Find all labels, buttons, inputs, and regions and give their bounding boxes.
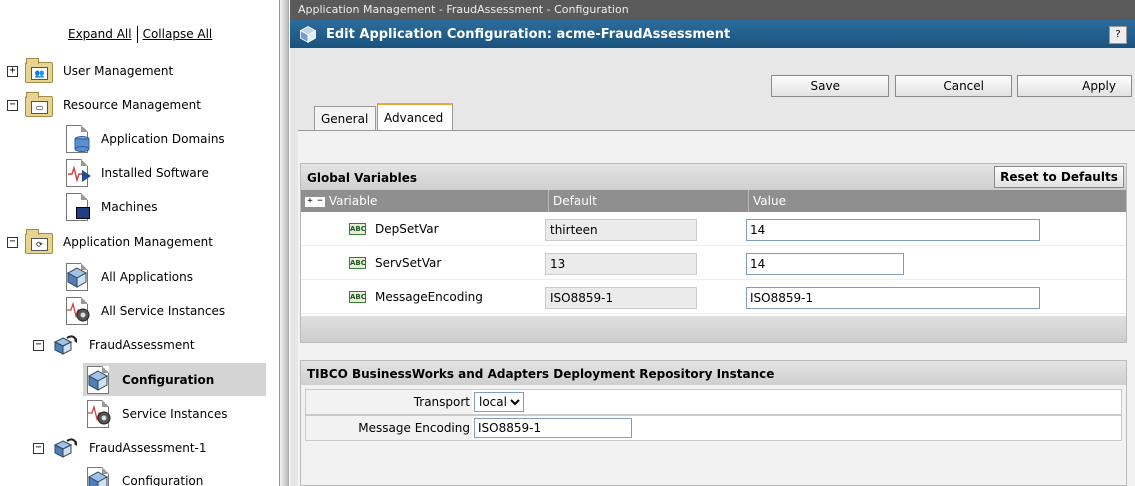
variable-default: thirteen bbox=[545, 219, 697, 241]
tree-node-label: Machines bbox=[101, 200, 158, 214]
variable-value-input[interactable] bbox=[746, 253, 904, 275]
global-variables-footer bbox=[301, 316, 1126, 342]
apply-button[interactable]: Apply bbox=[1017, 75, 1132, 97]
tree-node-application-management[interactable]: − ⟳ Application Management bbox=[7, 227, 216, 257]
collapse-all-link[interactable]: Collapse All bbox=[143, 27, 213, 41]
tree-node-label: All Applications bbox=[101, 270, 193, 284]
expand-toggle-icon[interactable]: + bbox=[7, 65, 18, 77]
tree-node-label: Configuration bbox=[122, 372, 215, 387]
transport-row: Transport local bbox=[305, 389, 1122, 415]
software-icon bbox=[62, 158, 92, 188]
tree-node-resource-management[interactable]: − ▭ Resource Management bbox=[7, 90, 204, 120]
service-gear-icon bbox=[62, 296, 92, 326]
collapse-toggle-icon[interactable]: − bbox=[33, 442, 44, 454]
variable-value-input[interactable] bbox=[746, 219, 1040, 241]
breadcrumb: Application Management - FraudAssessment… bbox=[290, 0, 1135, 20]
message-encoding-input[interactable] bbox=[474, 418, 632, 438]
collapse-toggle-icon[interactable]: − bbox=[7, 236, 18, 248]
page-title-bar: Edit Application Configuration: acme-Fra… bbox=[290, 20, 1135, 48]
column-label: Variable bbox=[328, 194, 378, 208]
message-encoding-label: Message Encoding bbox=[306, 416, 472, 440]
application-folder-icon: ⟳ bbox=[24, 227, 54, 257]
string-type-icon: ABC bbox=[349, 257, 366, 269]
tree-node-fraudassessment-1[interactable]: − FraudAssessment-1 bbox=[33, 433, 210, 463]
tree-node-installed-software[interactable]: Installed Software bbox=[62, 158, 212, 188]
column-default[interactable]: Default bbox=[549, 190, 749, 212]
message-encoding-row: Message Encoding bbox=[305, 415, 1122, 441]
variable-name: DepSetVar bbox=[375, 222, 439, 236]
transport-select[interactable]: local bbox=[474, 392, 524, 412]
section-title: Global Variables bbox=[307, 171, 418, 185]
content-area: Save Cancel Apply General Advanced Globa… bbox=[290, 48, 1135, 486]
string-type-icon: ABC bbox=[349, 223, 366, 235]
tree-node-all-applications[interactable]: All Applications bbox=[62, 262, 196, 292]
tree-node-label: Service Instances bbox=[122, 407, 228, 421]
reset-to-defaults-button[interactable]: Reset to Defaults bbox=[994, 166, 1124, 188]
navigation-tree: Expand All Collapse All + 👥 User Manageme… bbox=[0, 0, 278, 486]
tree-node-label: Installed Software bbox=[101, 166, 209, 180]
table-row: ABC ServSetVar 13 bbox=[301, 246, 1126, 280]
cube-icon bbox=[83, 466, 113, 486]
global-variables-header: Global Variables Reset to Defaults bbox=[301, 164, 1126, 190]
save-button[interactable]: Save bbox=[771, 75, 889, 97]
column-variable[interactable]: + − Variable bbox=[301, 190, 549, 212]
transport-label: Transport bbox=[306, 390, 472, 414]
main-panel: Application Management - FraudAssessment… bbox=[290, 0, 1135, 486]
tree-node-fraudassessment[interactable]: − FraudAssessment bbox=[33, 330, 198, 360]
tree-node-application-domains[interactable]: Application Domains bbox=[62, 124, 228, 154]
page-title: Edit Application Configuration: acme-Fra… bbox=[326, 26, 731, 42]
cube-icon bbox=[62, 262, 92, 292]
variable-default: ISO8859-1 bbox=[545, 287, 697, 309]
tree-node-label: Application Domains bbox=[101, 132, 225, 146]
service-gear-icon bbox=[83, 399, 113, 429]
help-button[interactable]: ? bbox=[1109, 26, 1127, 44]
collapse-toggle-icon[interactable]: − bbox=[33, 339, 44, 351]
tree-node-configuration-2[interactable]: Configuration bbox=[83, 466, 206, 486]
tab-general[interactable]: General bbox=[314, 106, 376, 130]
expand-all-link[interactable]: Expand All bbox=[68, 27, 132, 41]
machine-icon bbox=[62, 192, 92, 222]
tree-node-user-management[interactable]: + 👥 User Management bbox=[7, 56, 176, 86]
tree-node-service-instances[interactable]: Service Instances bbox=[83, 399, 230, 429]
variable-name: MessageEncoding bbox=[375, 290, 483, 304]
advanced-tab-panel: Global Variables Reset to Defaults + − Va… bbox=[298, 131, 1135, 486]
column-value[interactable]: Value bbox=[749, 190, 1126, 212]
variables-table-header: + − Variable Default Value bbox=[301, 190, 1126, 212]
link-separator bbox=[136, 26, 138, 43]
tree-node-all-service-instances[interactable]: All Service Instances bbox=[62, 296, 228, 326]
cube-arrow-icon bbox=[50, 330, 80, 360]
variable-name: ServSetVar bbox=[375, 256, 442, 270]
tree-node-label: Resource Management bbox=[63, 98, 201, 112]
tree-node-label: FraudAssessment-1 bbox=[89, 441, 207, 455]
tree-node-label: Configuration bbox=[122, 474, 204, 486]
pane-splitter[interactable] bbox=[279, 0, 289, 486]
collapse-all-icon[interactable]: − bbox=[315, 196, 325, 207]
tree-node-label: User Management bbox=[63, 64, 174, 78]
users-folder-icon: 👥 bbox=[24, 56, 54, 86]
table-row: ABC DepSetVar thirteen bbox=[301, 212, 1126, 246]
cube-arrow-icon bbox=[50, 433, 80, 463]
repository-instance-panel: TIBCO BusinessWorks and Adapters Deploym… bbox=[300, 360, 1127, 486]
resource-folder-icon: ▭ bbox=[24, 90, 54, 120]
tree-node-label: FraudAssessment bbox=[89, 338, 195, 352]
string-type-icon: ABC bbox=[349, 291, 366, 303]
tree-node-machines[interactable]: Machines bbox=[62, 192, 160, 222]
repository-instance-header: TIBCO BusinessWorks and Adapters Deploym… bbox=[301, 361, 1126, 385]
tree-node-label: Application Management bbox=[63, 235, 213, 249]
tab-advanced[interactable]: Advanced bbox=[377, 103, 453, 131]
expand-all-icon[interactable]: + bbox=[305, 196, 315, 207]
tree-links: Expand All Collapse All bbox=[68, 26, 212, 43]
tree-node-label: All Service Instances bbox=[101, 304, 226, 318]
collapse-toggle-icon[interactable]: − bbox=[7, 99, 18, 111]
cube-icon bbox=[299, 26, 317, 44]
variable-value-input[interactable] bbox=[746, 287, 1040, 309]
database-icon bbox=[62, 124, 92, 154]
cancel-button[interactable]: Cancel bbox=[895, 75, 1012, 97]
table-row: ABC MessageEncoding ISO8859-1 bbox=[301, 280, 1126, 314]
variable-default: 13 bbox=[545, 253, 697, 275]
tree-node-configuration-selected[interactable]: Configuration bbox=[83, 363, 266, 396]
cube-icon bbox=[83, 365, 113, 395]
global-variables-panel: Global Variables Reset to Defaults + − Va… bbox=[300, 163, 1127, 343]
